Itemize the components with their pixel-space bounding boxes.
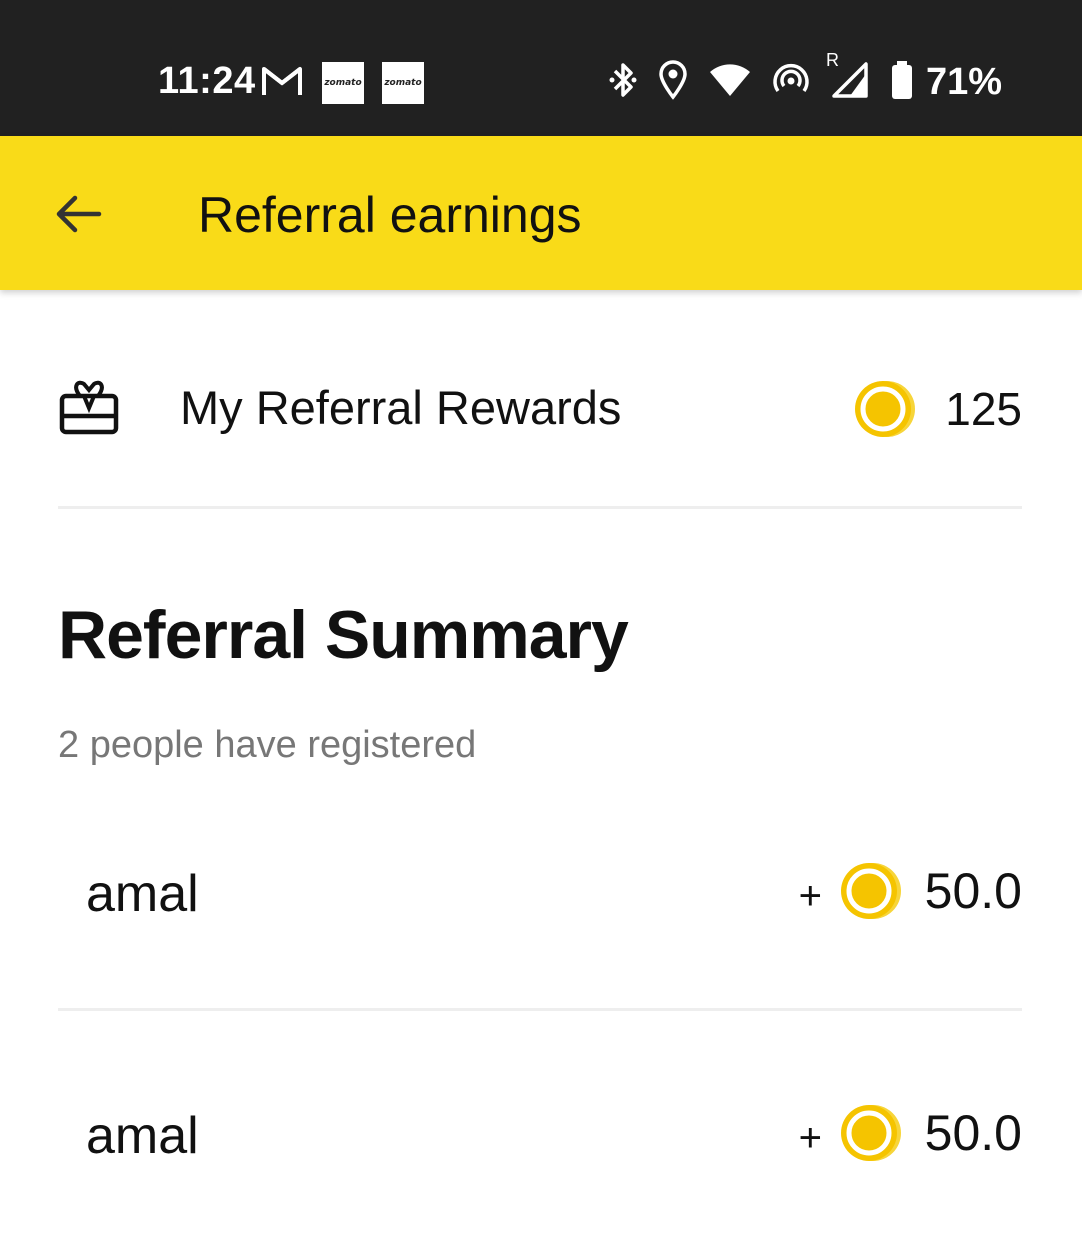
plus-sign: + <box>798 874 822 918</box>
divider <box>58 1008 1022 1011</box>
battery-icon <box>890 60 914 105</box>
notification-icons: zomato zomato <box>260 62 424 104</box>
referral-name: amal <box>86 865 199 923</box>
divider <box>58 506 1022 509</box>
rewards-label: My Referral Rewards <box>180 381 622 434</box>
bluetooth-icon <box>608 60 638 105</box>
gmail-icon <box>260 63 304 104</box>
rewards-value: 125 <box>945 383 1022 435</box>
page-title: Referral earnings <box>198 187 582 243</box>
battery-percent: 71% <box>925 60 1002 103</box>
wifi-icon <box>708 62 752 103</box>
referral-summary-heading: Referral Summary <box>58 597 629 673</box>
zomato-icon: zomato <box>322 62 364 104</box>
referral-amount: 50.0 <box>924 863 1022 919</box>
roaming-indicator: R <box>825 49 839 70</box>
gift-card-icon <box>58 378 120 436</box>
referral-item[interactable]: amal + 50.0 <box>58 1076 1022 1186</box>
coin-icon <box>854 378 916 440</box>
hotspot-icon <box>772 61 810 104</box>
coin-icon <box>840 1102 902 1164</box>
registered-count: 2 people have registered <box>58 724 477 766</box>
system-icons: R 71% <box>608 50 1002 105</box>
referral-name: amal <box>86 1107 199 1165</box>
zomato-icon: zomato <box>382 62 424 104</box>
signal-icon: R <box>826 50 870 105</box>
referral-rewards-row[interactable]: My Referral Rewards 125 <box>58 350 1022 470</box>
back-button[interactable] <box>48 186 108 242</box>
location-icon <box>658 59 688 105</box>
status-bar: 11:24 zomato zomato R 71% <box>0 0 1082 136</box>
referral-amount: 50.0 <box>924 1105 1022 1161</box>
referral-item[interactable]: amal + 50.0 <box>58 834 1022 944</box>
arrow-left-icon <box>56 195 102 233</box>
plus-sign: + <box>798 1116 822 1160</box>
status-time: 11:24 <box>158 60 256 102</box>
coin-icon <box>840 860 902 922</box>
app-bar: Referral earnings <box>0 136 1082 290</box>
